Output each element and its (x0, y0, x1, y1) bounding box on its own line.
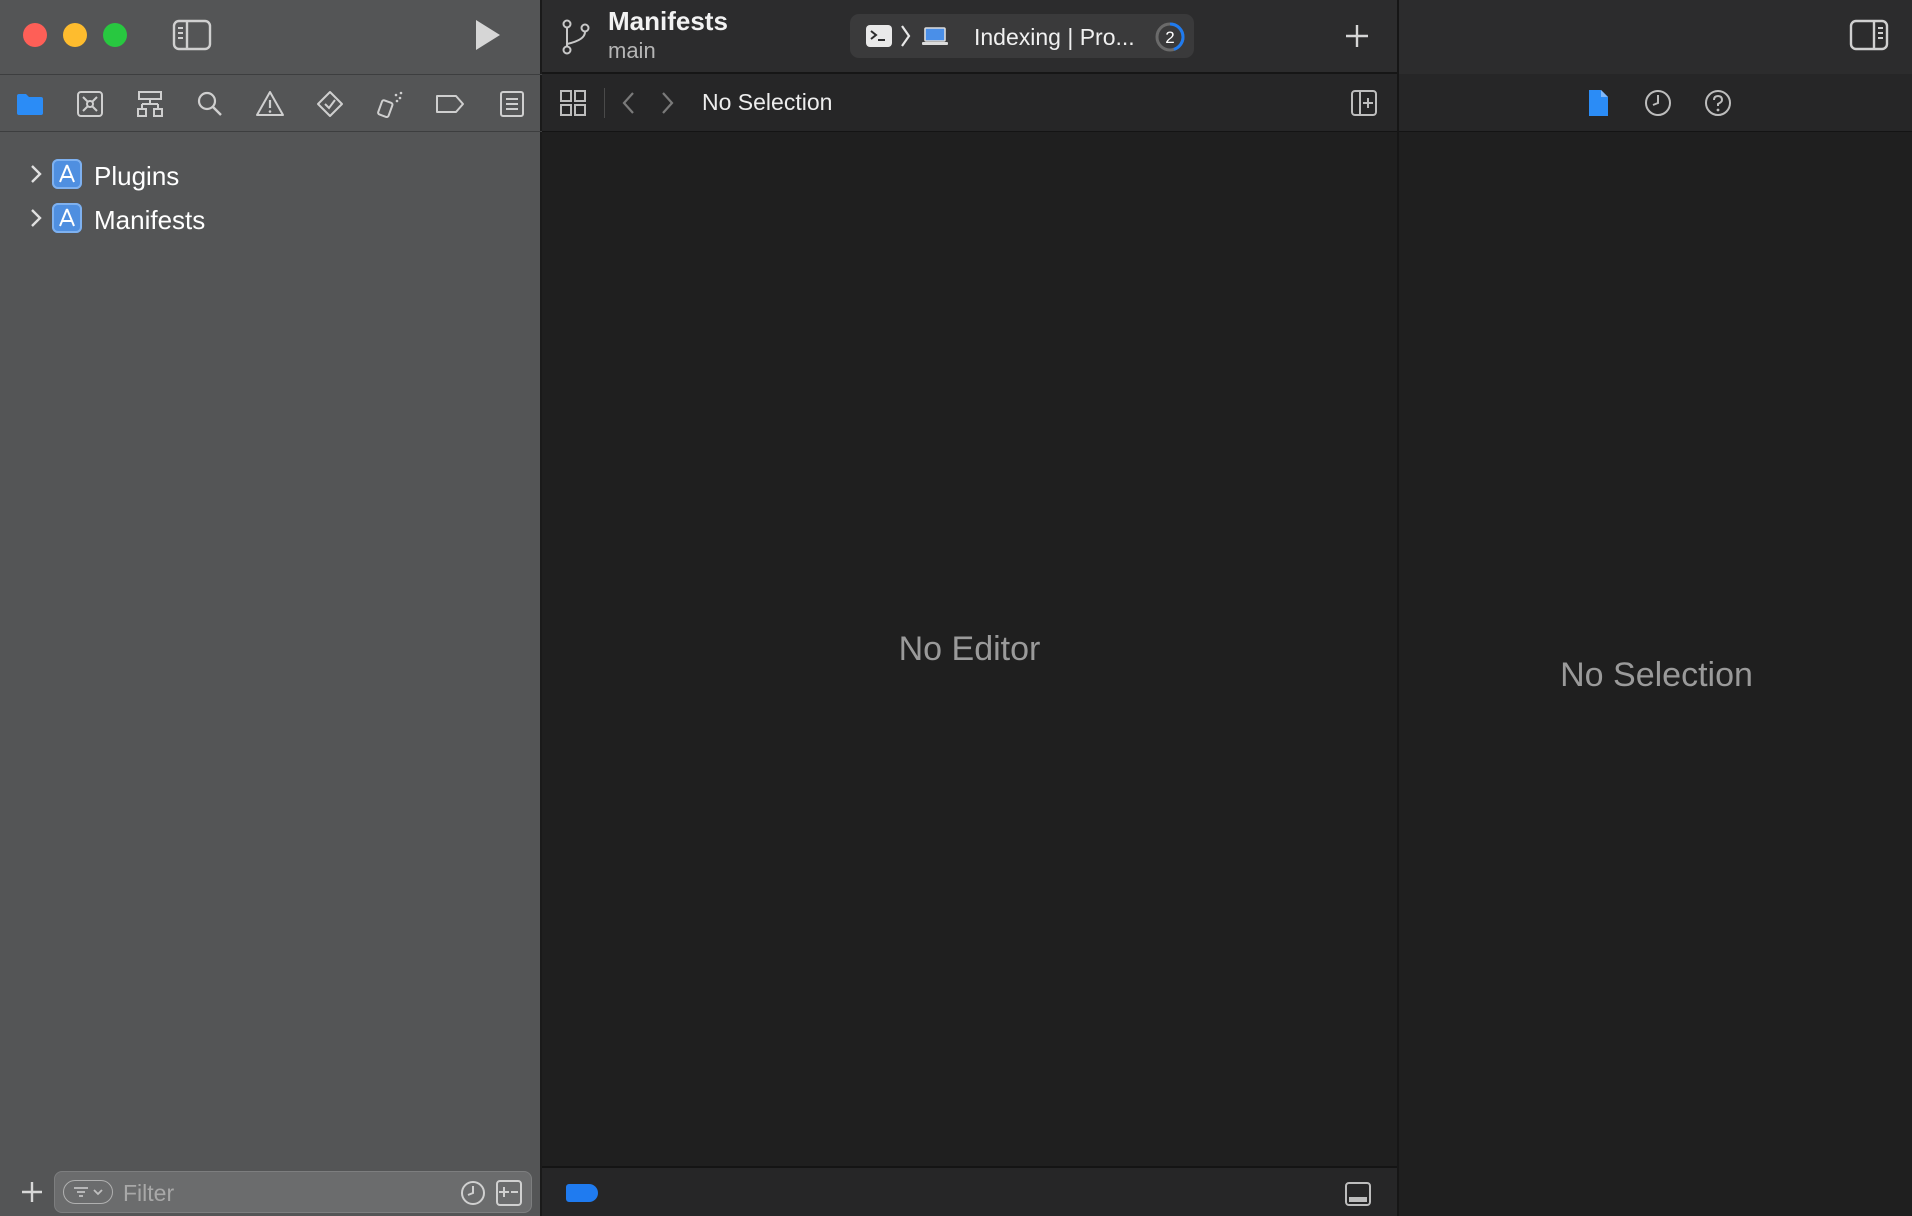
app-target-icon (52, 159, 82, 189)
terminal-icon[interactable] (866, 25, 892, 47)
jump-bar-path[interactable]: No Selection (702, 89, 832, 116)
tab-debug-navigator[interactable] (373, 87, 407, 121)
tree-item-plugins[interactable]: Plugins (0, 152, 542, 196)
plus-icon (1346, 25, 1368, 47)
window-titlebar-right (1399, 0, 1912, 74)
tab-source-control-navigator[interactable] (73, 87, 107, 121)
test-diamond-icon (317, 91, 343, 117)
debug-bar (542, 1166, 1397, 1216)
add-editor-button[interactable] (1350, 89, 1378, 117)
inspector-pane: No Selection (1397, 0, 1912, 1216)
toggle-navigator-button[interactable] (172, 18, 212, 52)
branch-name[interactable]: main (608, 38, 656, 64)
navigator-footer (0, 1170, 542, 1216)
xcode-window: Plugins Manifests Filter Manifests main … (0, 0, 1912, 1216)
navigator-tab-bar (0, 74, 542, 132)
chevron-right-icon[interactable] (26, 163, 46, 185)
run-button[interactable] (468, 16, 506, 54)
tab-issue-navigator[interactable] (253, 87, 287, 121)
chevron-left-icon (622, 92, 634, 114)
tree-item-manifests[interactable]: Manifests (0, 196, 542, 240)
filter-options-button[interactable] (63, 1180, 113, 1204)
project-title[interactable]: Manifests (608, 6, 728, 37)
breakpoints-toggle-button[interactable] (566, 1184, 598, 1202)
go-forward-button[interactable] (656, 88, 678, 118)
play-icon (476, 20, 500, 50)
related-items-button[interactable] (558, 88, 588, 118)
close-window-button[interactable] (23, 23, 47, 47)
inspector-tab-bar (1399, 74, 1912, 132)
activity-status-text: Indexing | Pro... (974, 24, 1135, 50)
activity-viewer[interactable]: Indexing | Pro... 2 (850, 14, 1194, 58)
navigator-pane: Plugins Manifests (0, 0, 542, 1216)
document-icon (1589, 90, 1608, 116)
folder-icon (17, 94, 43, 115)
plus-icon (22, 1182, 42, 1202)
sidebar-left-icon (172, 19, 212, 51)
add-file-button[interactable] (18, 1178, 46, 1206)
tab-file-inspector[interactable] (1581, 86, 1615, 120)
tab-report-navigator[interactable] (495, 87, 529, 121)
toggle-debug-area-button[interactable] (1344, 1180, 1372, 1208)
grid-icon (560, 90, 586, 116)
debug-area-icon (1345, 1182, 1371, 1206)
source-control-icon (77, 91, 103, 117)
hierarchy-icon (137, 91, 163, 117)
no-editor-placeholder: No Editor (898, 630, 1041, 668)
minimize-window-button[interactable] (63, 23, 87, 47)
tab-quick-help-inspector[interactable] (1701, 86, 1735, 120)
filter-icon (74, 1187, 103, 1197)
window-toolbar: Manifests main Indexing | Pro... 2 (542, 0, 1397, 74)
report-list-icon (500, 91, 524, 117)
branch-icon (560, 18, 592, 56)
clock-icon (461, 1181, 485, 1205)
project-tree: Plugins Manifests (0, 152, 542, 240)
tab-find-navigator[interactable] (193, 87, 227, 121)
tree-item-label: Manifests (94, 205, 206, 235)
chevron-right-icon (901, 25, 911, 47)
activity-count: 2 (1165, 28, 1174, 47)
app-target-icon (52, 203, 82, 233)
navigator-filter (54, 1171, 532, 1213)
no-selection-placeholder: No Selection (1560, 656, 1753, 694)
clock-icon (1645, 90, 1671, 116)
filter-input[interactable] (121, 1178, 405, 1208)
tab-project-navigator[interactable] (13, 87, 47, 121)
warning-icon (256, 91, 284, 116)
recent-files-filter-button[interactable] (459, 1179, 487, 1207)
search-icon (197, 91, 222, 116)
tab-breakpoint-navigator[interactable] (433, 87, 467, 121)
window-titlebar-left (0, 0, 542, 74)
activity-progress-badge[interactable]: 2 (1154, 21, 1186, 53)
plus-minus-icon (496, 1180, 522, 1206)
tab-symbol-navigator[interactable] (133, 87, 167, 121)
tab-history-inspector[interactable] (1641, 86, 1675, 120)
sidebar-right-icon (1849, 19, 1889, 51)
zoom-window-button[interactable] (103, 23, 127, 47)
laptop-icon[interactable] (920, 24, 950, 48)
chevron-right-icon[interactable] (26, 207, 46, 229)
go-back-button[interactable] (618, 88, 640, 118)
source-control-filter-button[interactable] (495, 1179, 523, 1207)
breakpoint-icon (436, 95, 464, 113)
split-editor-icon (1351, 90, 1377, 116)
help-icon (1705, 90, 1731, 116)
jump-bar-divider (604, 88, 605, 118)
toggle-inspector-button[interactable] (1849, 18, 1889, 52)
editor-area: Manifests main Indexing | Pro... 2 No Se… (542, 0, 1397, 1216)
jump-bar: No Selection (542, 74, 1397, 132)
tree-item-label: Plugins (94, 161, 180, 191)
chevron-right-icon (662, 92, 674, 114)
spray-can-icon (377, 91, 403, 119)
library-button[interactable] (1341, 20, 1373, 52)
tab-test-navigator[interactable] (313, 87, 347, 121)
